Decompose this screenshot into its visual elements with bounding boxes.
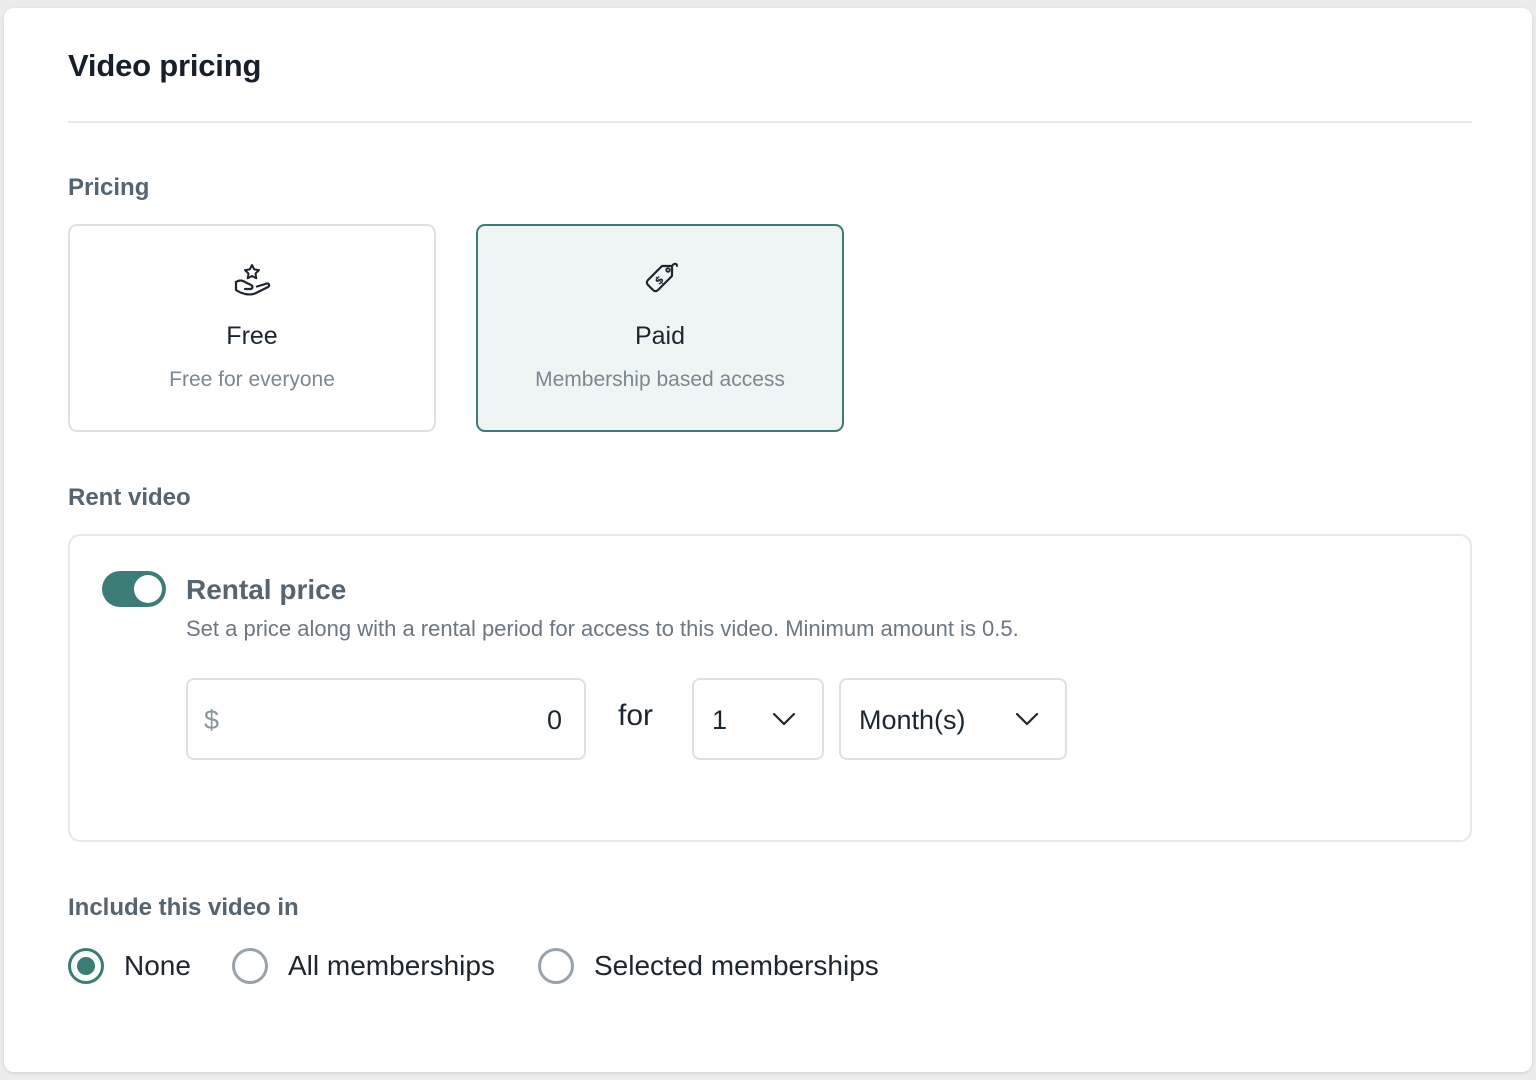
currency-symbol: $ <box>204 705 220 735</box>
radio-circle[interactable] <box>538 948 574 984</box>
price-input[interactable]: $ 0 <box>186 678 586 760</box>
period-count-value: 1 <box>712 705 728 735</box>
option-subtitle: Membership based access <box>535 368 785 391</box>
divider <box>68 121 1472 123</box>
option-subtitle: Free for everyone <box>169 368 335 391</box>
toggle-knob <box>134 575 162 603</box>
period-unit-select[interactable]: Month(s) <box>839 678 1067 760</box>
period-unit-value: Month(s) <box>859 705 966 735</box>
option-title: Free <box>226 322 278 350</box>
rental-price-description: Set a price along with a rental period f… <box>186 616 1019 641</box>
pricing-label: Pricing <box>68 174 150 201</box>
period-count-select[interactable]: 1 <box>692 678 824 760</box>
radio-label: All memberships <box>288 950 495 981</box>
chevron-down-icon <box>1015 712 1039 726</box>
rental-price-panel: Rental price Set a price along with a re… <box>68 534 1472 842</box>
hand-star-icon <box>234 264 271 296</box>
page-title: Video pricing <box>68 48 262 83</box>
video-pricing-card: Video pricing Pricing Free Free for ever… <box>4 8 1532 1072</box>
price-tag-dollar-icon: $ <box>645 262 678 293</box>
pricing-option-paid[interactable]: $ Paid Membership based access <box>476 224 844 432</box>
option-title: Paid <box>634 322 686 350</box>
price-value[interactable]: 0 <box>547 705 562 736</box>
svg-text:$: $ <box>652 273 667 288</box>
radio-label: Selected memberships <box>594 950 879 981</box>
rental-price-toggle[interactable] <box>102 571 166 607</box>
pricing-option-free[interactable]: Free Free for everyone <box>68 224 436 432</box>
rental-price-title: Rental price <box>186 574 347 605</box>
radio-label: None <box>124 950 191 981</box>
radio-circle[interactable] <box>68 948 104 984</box>
for-label: for <box>618 699 654 732</box>
rent-video-label: Rent video <box>68 484 191 511</box>
include-video-label: Include this video in <box>68 894 299 921</box>
chevron-down-icon <box>772 712 796 726</box>
radio-circle[interactable] <box>232 948 268 984</box>
